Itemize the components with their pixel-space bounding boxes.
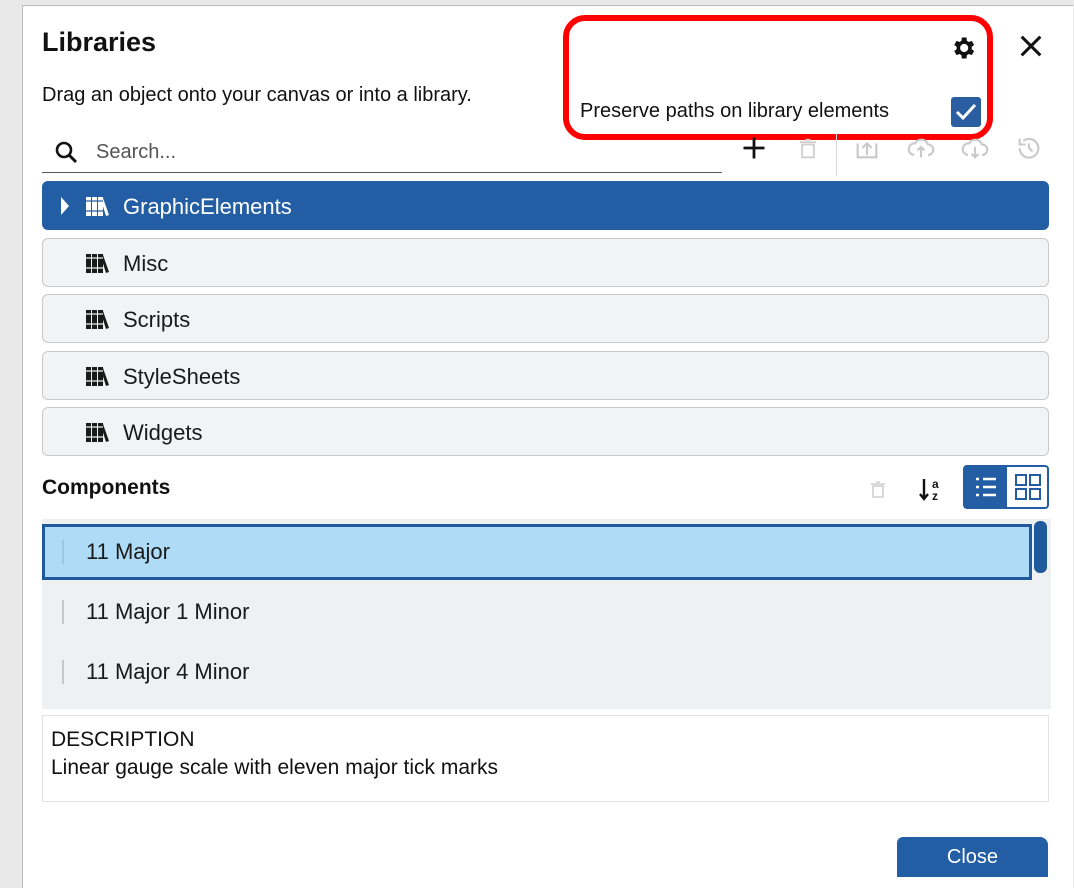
svg-text:z: z [932,489,938,503]
library-icon [86,253,109,273]
plus-icon[interactable] [740,134,768,162]
library-icon [86,197,109,216]
search-input[interactable] [94,136,698,168]
dialog-subtitle: Drag an object onto your canvas or into … [42,84,472,106]
library-row-graphicelements[interactable]: GraphicElements [42,181,1049,230]
libraries-dialog: Libraries Drag an object onto your canva… [22,5,1073,888]
list-icon [976,477,996,497]
description-title: DESCRIPTION [51,728,195,751]
sort-az-icon[interactable]: a z [917,474,947,504]
library-label: Misc [123,250,169,276]
component-label: 11 Major [86,539,170,564]
component-label: 11 Major 1 Minor [86,599,250,624]
search-field [42,132,722,173]
description-panel: DESCRIPTION Linear gauge scale with elev… [42,715,1049,802]
drag-handle [62,600,64,624]
library-row-widgets[interactable]: Widgets [42,407,1049,456]
dialog-title: Libraries [42,27,157,57]
drag-handle [62,660,64,684]
expand-arrow-icon[interactable] [61,197,69,215]
upload-icon[interactable] [853,134,881,162]
components-title: Components [42,476,171,499]
library-label: Widgets [123,420,203,445]
components-list: 11 Major 11 Major 1 Minor 11 Major 4 Minor [42,519,1051,709]
library-row-stylesheets[interactable]: StyleSheets [42,350,1049,400]
library-label: Scripts [123,307,191,332]
library-icon [86,366,109,386]
preserve-paths-label: Preserve paths on library elements [580,100,890,122]
components-scrollbar[interactable] [1034,521,1047,573]
drag-handle [62,540,64,564]
check-icon [955,103,977,121]
component-row[interactable]: 11 Major 4 Minor [42,644,1032,700]
library-row-scripts[interactable]: Scripts [42,294,1049,343]
search-icon [55,141,78,164]
view-toggle [963,465,1049,509]
trash-icon[interactable] [866,476,890,502]
toolbar-divider [836,134,837,176]
component-row[interactable]: 11 Major [42,524,1032,580]
description-text: Linear gauge scale with eleven major tic… [51,756,499,779]
library-label: StyleSheets [123,363,241,389]
history-icon[interactable] [1015,134,1043,162]
cloud-download-icon[interactable] [961,134,989,162]
gear-icon[interactable] [949,34,977,62]
grid-icon [1015,474,1041,500]
trash-icon[interactable] [794,134,822,162]
preserve-paths-checkbox[interactable] [951,97,981,127]
component-row[interactable]: 11 Major 1 Minor [42,584,1032,640]
library-icon [86,310,109,329]
cloud-upload-icon[interactable] [907,134,935,162]
component-label: 11 Major 4 Minor [86,659,250,684]
library-label: GraphicElements [123,194,292,219]
close-button[interactable]: Close [897,837,1048,877]
library-row-misc[interactable]: Misc [42,237,1049,287]
list-view-button[interactable] [965,467,1007,507]
grid-view-button[interactable] [1009,467,1047,507]
library-icon [86,423,109,442]
close-icon[interactable] [1017,32,1045,60]
